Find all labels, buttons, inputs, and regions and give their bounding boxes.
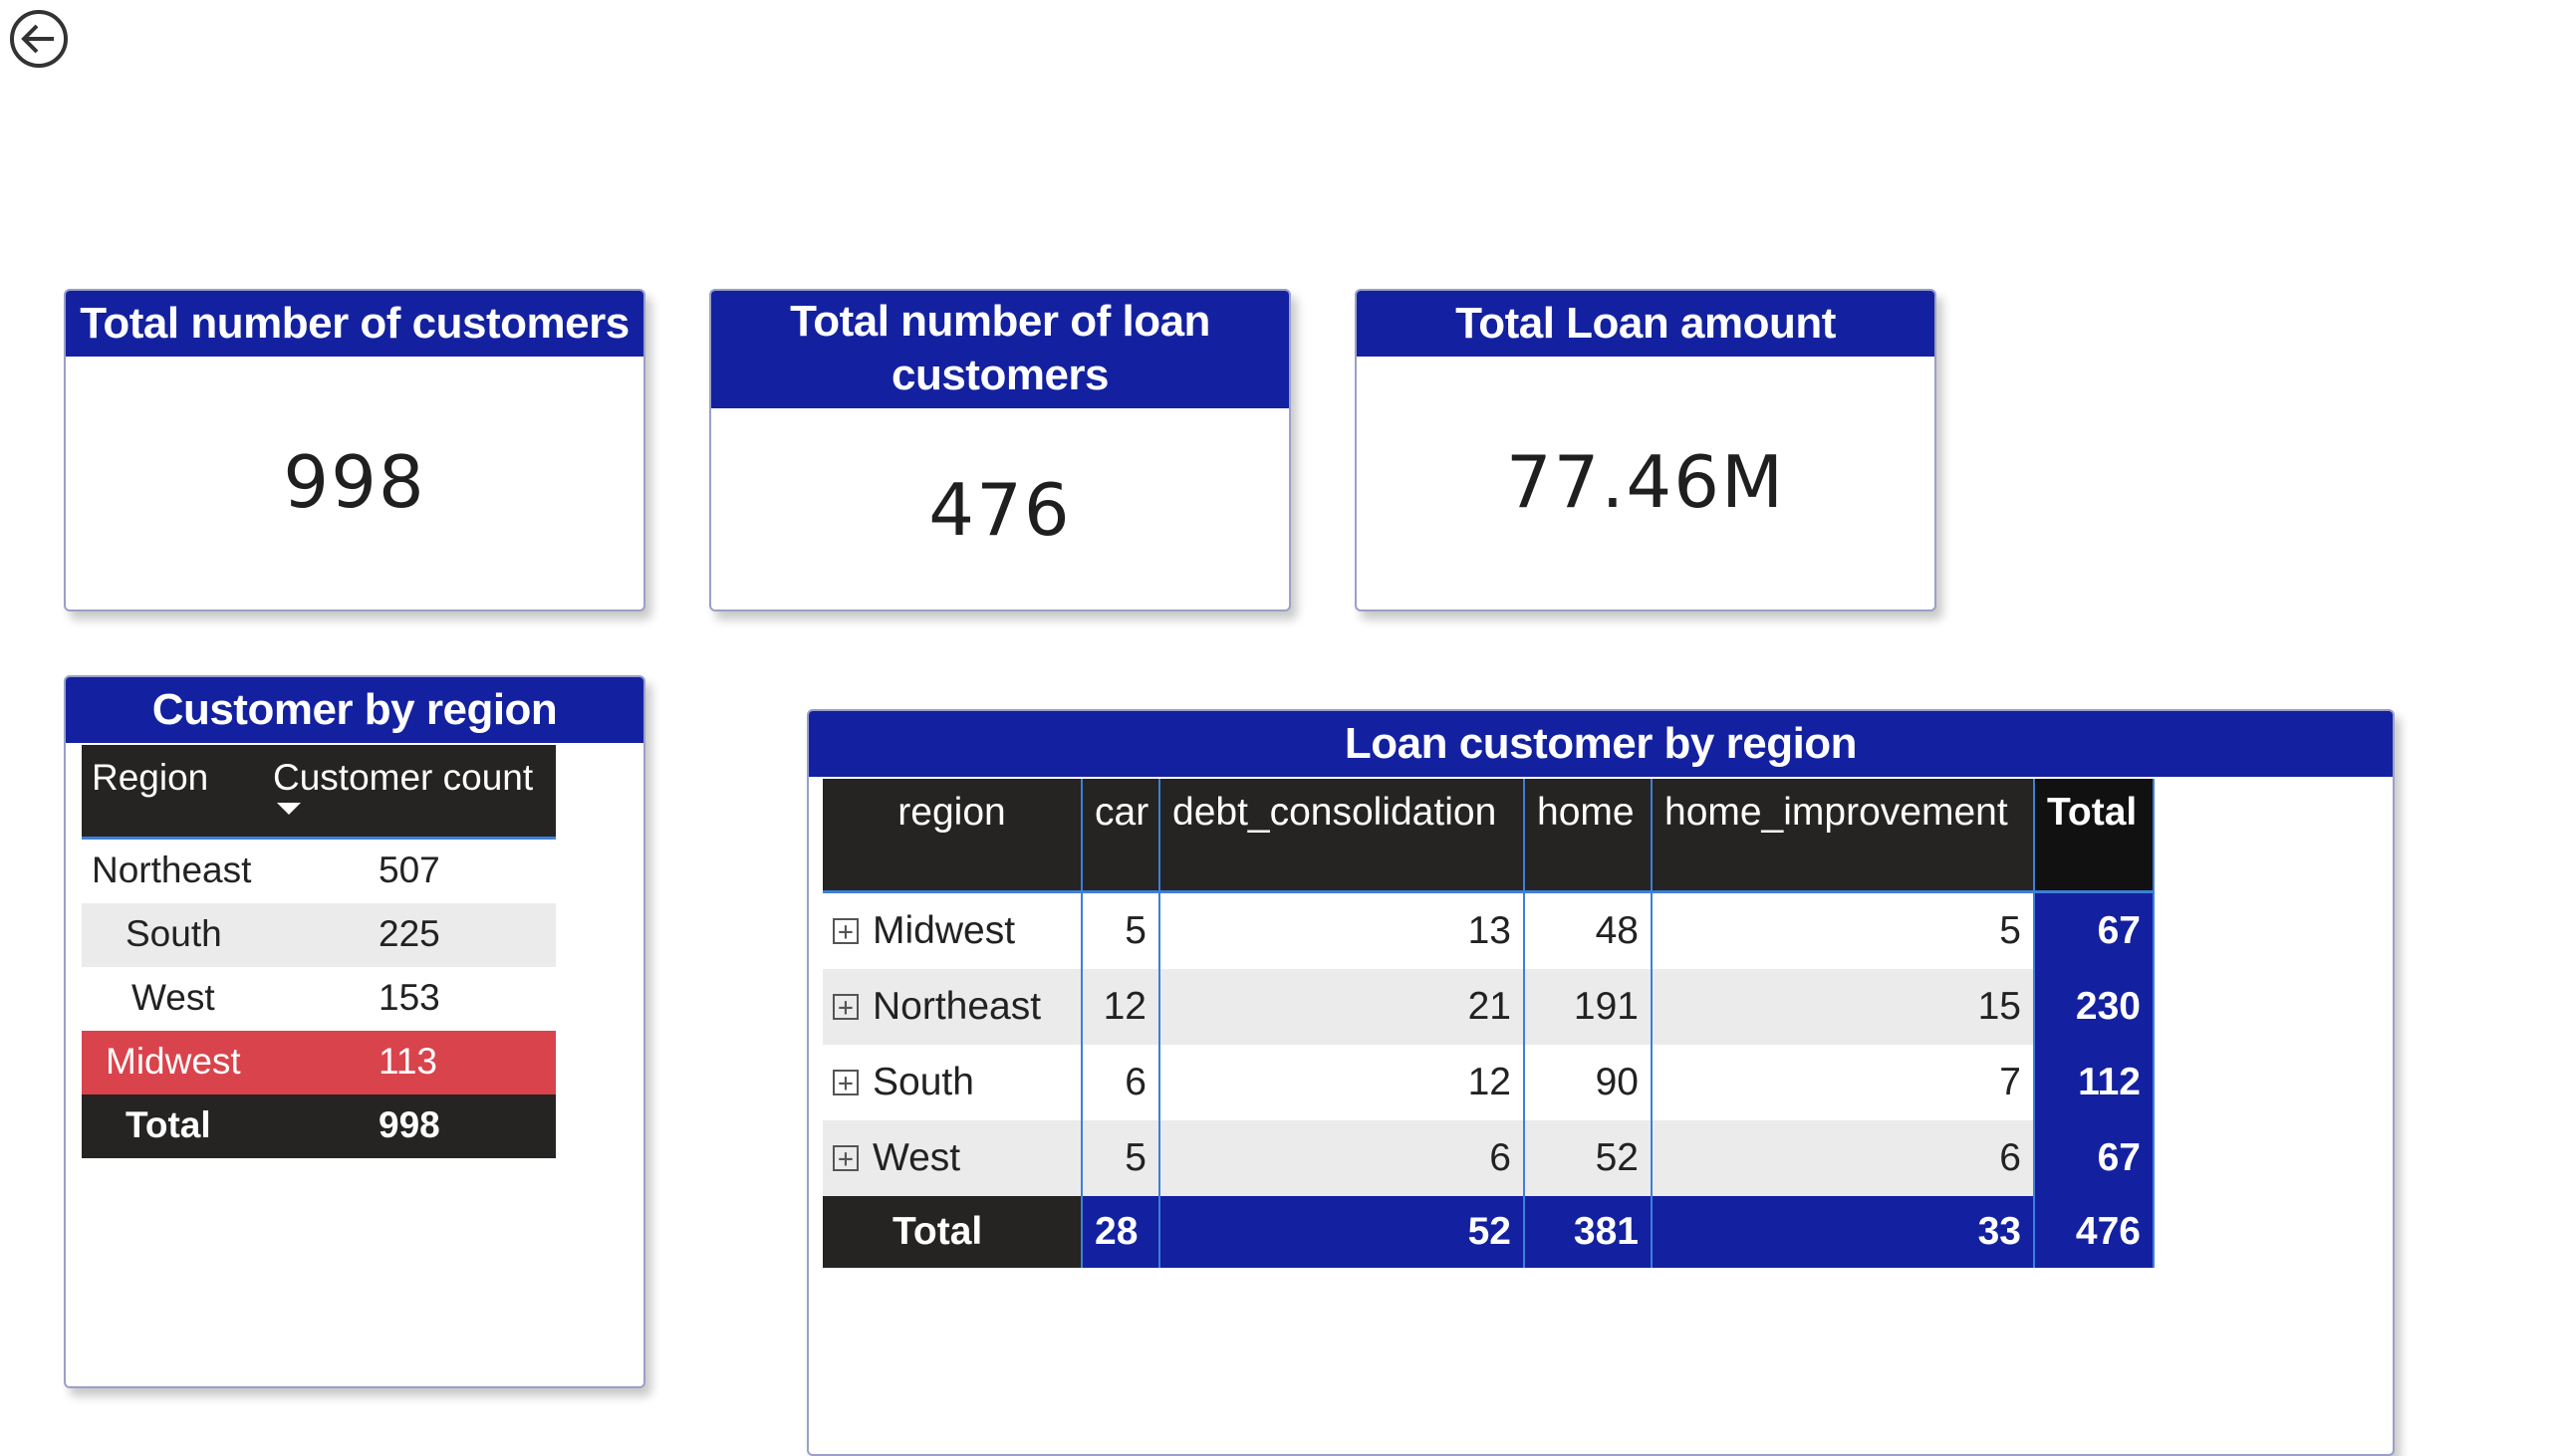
customer-by-region-card: Customer by region Region Customer count… <box>64 675 645 1388</box>
cell-count: 225 <box>379 913 440 954</box>
cell-total-debt: 52 <box>1159 1196 1525 1268</box>
expand-plus-icon[interactable]: + <box>833 993 859 1021</box>
cell-total-home: 381 <box>1524 1196 1653 1268</box>
cell-grand-total: 476 <box>2034 1196 2155 1268</box>
kpi-value: 998 <box>283 440 426 524</box>
cell-count: 113 <box>379 1041 437 1082</box>
matrix-row[interactable]: + Northeast 12 21 191 15 230 <box>823 969 2155 1045</box>
kpi-card-total-customers: Total number of customers 998 <box>64 289 645 611</box>
cell-region: Midwest <box>106 1041 241 1082</box>
cell-home: 191 <box>1524 969 1653 1045</box>
card-title: Customer by region <box>66 677 643 743</box>
table-row-highlighted[interactable]: Midwest 113 <box>82 1031 556 1094</box>
expand-plus-icon[interactable]: + <box>833 1144 859 1172</box>
expand-plus-icon[interactable]: + <box>833 917 859 945</box>
kpi-card-loan-customers: Total number of loan customers 476 <box>709 289 1291 611</box>
cell-total-home-improvement: 33 <box>1652 1196 2035 1268</box>
table-header: Region Customer count <box>82 745 556 840</box>
region-label: Midwest <box>873 909 1016 952</box>
table-total-row: Total 998 <box>82 1094 556 1158</box>
cell-region: + Northeast <box>823 969 1083 1045</box>
cell-home-improvement: 7 <box>1652 1045 2035 1120</box>
cell-home-improvement: 6 <box>1652 1120 2035 1196</box>
matrix-row[interactable]: + Midwest 5 13 48 5 67 <box>823 891 2155 969</box>
matrix-row[interactable]: + South 6 12 90 7 112 <box>823 1045 2155 1120</box>
table-row[interactable]: Northeast 507 <box>82 840 556 903</box>
column-header-customer-count[interactable]: Customer count <box>273 757 533 799</box>
cell-total: 112 <box>2034 1045 2155 1120</box>
cell-total-car: 28 <box>1082 1196 1160 1268</box>
cell-debt: 12 <box>1159 1045 1525 1120</box>
card-title: Loan customer by region <box>809 711 2393 777</box>
region-label: West <box>873 1136 961 1179</box>
kpi-title: Total number of customers <box>66 291 643 357</box>
total-label: Total <box>892 1210 983 1253</box>
cell-region: Northeast <box>92 849 252 890</box>
back-arrow-icon[interactable] <box>8 8 70 70</box>
cell-total: 67 <box>2034 891 2155 969</box>
cell-total-label: Total <box>126 1104 211 1145</box>
cell-count: 153 <box>379 977 440 1018</box>
matrix-row[interactable]: + West 5 6 52 6 67 <box>823 1120 2155 1196</box>
cell-debt: 13 <box>1159 891 1525 969</box>
column-header-region[interactable]: region <box>823 779 1083 893</box>
column-header-debt-consolidation[interactable]: debt_consolidation <box>1159 779 1525 893</box>
cell-total: 230 <box>2034 969 2155 1045</box>
cell-region: + West <box>823 1120 1083 1196</box>
table-row[interactable]: South 225 <box>82 903 556 967</box>
sort-descending-icon <box>277 803 301 815</box>
cell-debt: 21 <box>1159 969 1525 1045</box>
cell-home: 52 <box>1524 1120 1653 1196</box>
cell-region: + South <box>823 1045 1083 1120</box>
kpi-card-loan-amount: Total Loan amount 77.46M <box>1355 289 1936 611</box>
kpi-title: Total number of loan customers <box>711 291 1289 408</box>
cell-home: 90 <box>1524 1045 1653 1120</box>
cell-region: West <box>131 977 215 1018</box>
cell-debt: 6 <box>1159 1120 1525 1196</box>
loan-matrix: region car debt_consolidation home home_… <box>823 779 2155 1268</box>
customer-region-table: Region Customer count Northeast 507 Sout… <box>82 745 556 1158</box>
table-row[interactable]: West 153 <box>82 967 556 1031</box>
kpi-value: 476 <box>928 468 1072 552</box>
column-header-home-improvement[interactable]: home_improvement <box>1652 779 2035 893</box>
cell-region: South <box>126 913 222 954</box>
cell-home-improvement: 15 <box>1652 969 2035 1045</box>
cell-car: 6 <box>1082 1045 1160 1120</box>
matrix-header-row: region car debt_consolidation home home_… <box>823 779 2155 893</box>
cell-car: 5 <box>1082 891 1160 969</box>
cell-car: 12 <box>1082 969 1160 1045</box>
kpi-title: Total Loan amount <box>1357 291 1934 357</box>
matrix-total-row: Total 28 52 381 33 476 <box>823 1196 2155 1268</box>
cell-home: 48 <box>1524 891 1653 969</box>
column-header-home[interactable]: home <box>1524 779 1653 893</box>
cell-home-improvement: 5 <box>1652 891 2035 969</box>
expand-plus-icon[interactable]: + <box>833 1069 859 1096</box>
loan-by-region-card: Loan customer by region region car debt_… <box>807 709 2395 1456</box>
region-label: Northeast <box>873 985 1042 1028</box>
cell-total-label: Total <box>823 1196 1083 1268</box>
kpi-value: 77.46M <box>1505 440 1786 524</box>
column-header-total[interactable]: Total <box>2034 779 2155 893</box>
region-label: South <box>873 1061 974 1103</box>
cell-count: 507 <box>379 849 440 890</box>
cell-region: + Midwest <box>823 891 1083 969</box>
cell-car: 5 <box>1082 1120 1160 1196</box>
column-header-car[interactable]: car <box>1082 779 1160 893</box>
cell-total: 67 <box>2034 1120 2155 1196</box>
column-header-region[interactable]: Region <box>92 757 208 799</box>
cell-total-count: 998 <box>379 1104 440 1145</box>
